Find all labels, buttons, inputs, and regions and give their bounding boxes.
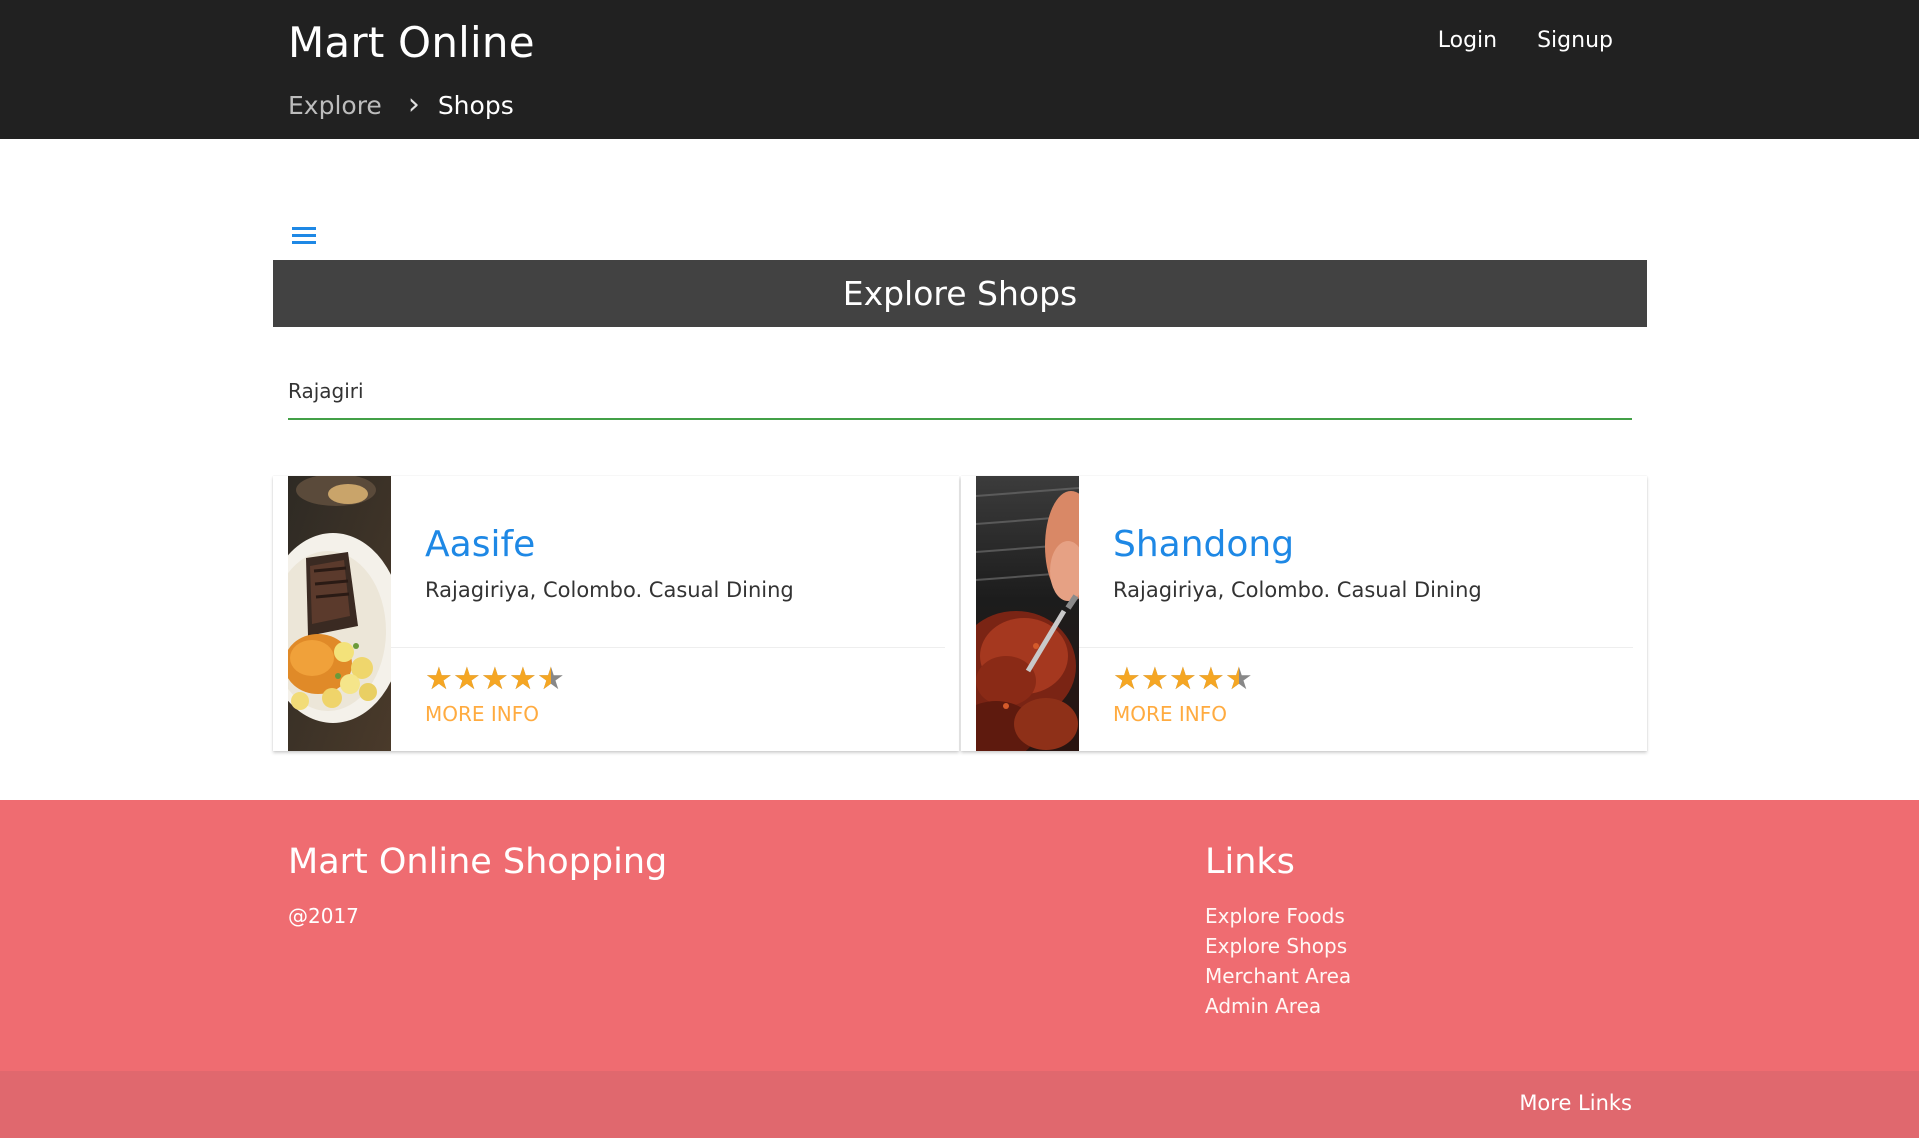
star-rating: ★ ★ ★ ★ ★ ★ ★ ★ ★ ★ [425, 661, 565, 697]
breadcrumb-current: Shops [437, 90, 514, 120]
shop-description: Rajagiriya, Colombo. Casual Dining [425, 578, 794, 602]
shop-name-link[interactable]: Aasife [425, 524, 535, 565]
more-info-link[interactable]: MORE INFO [425, 702, 539, 726]
section-banner: Explore Shops [273, 260, 1647, 327]
footer-link-explore-foods[interactable]: Explore Foods [1205, 904, 1345, 928]
food-plate-photo [288, 476, 391, 751]
star-rating: ★ ★ ★ ★ ★ ★ ★ ★ ★ ★ [1113, 661, 1253, 697]
search-input[interactable] [288, 364, 1632, 420]
signup-link[interactable]: Signup [1537, 28, 1613, 53]
site-footer: Mart Online Shopping @2017 Links Explore… [0, 800, 1919, 1138]
menu-bar [292, 234, 316, 237]
brand-logo[interactable]: Mart Online [288, 18, 535, 67]
auth-nav: Login Signup [1438, 28, 1613, 53]
footer-link-merchant-area[interactable]: Merchant Area [1205, 964, 1351, 988]
breadcrumb-explore[interactable]: Explore [288, 91, 382, 120]
footer-bottom-bar: More Links [0, 1071, 1919, 1138]
star-icon: ★ ★ [509, 661, 537, 697]
shop-image [976, 476, 1079, 751]
star-icon: ★ ★ [481, 661, 509, 697]
star-icon: ★ ★ [425, 661, 453, 697]
star-icon: ★ ★ [1169, 661, 1197, 697]
grilled-meat-photo [976, 476, 1079, 751]
shop-image [288, 476, 391, 751]
list-item: Admin Area [1205, 994, 1351, 1024]
list-item: Merchant Area [1205, 964, 1351, 994]
chevron-right-icon: › [407, 87, 420, 122]
shop-name-link[interactable]: Shandong [1113, 524, 1294, 565]
list-item: Explore Foods [1205, 904, 1351, 934]
star-icon: ★ ★ [1197, 661, 1225, 697]
star-icon: ★ ★ [453, 661, 481, 697]
shop-card: Aasife Rajagiriya, Colombo. Casual Dinin… [273, 476, 959, 751]
star-icon: ★ ★ [1113, 661, 1141, 697]
star-icon: ★ ★ [537, 661, 565, 697]
login-link[interactable]: Login [1438, 28, 1497, 53]
divider [1079, 647, 1633, 648]
divider [391, 647, 945, 648]
more-links-link[interactable]: More Links [1519, 1091, 1632, 1115]
page-title: Explore Shops [842, 274, 1078, 313]
footer-title: Mart Online Shopping [288, 842, 668, 882]
menu-bar [292, 241, 316, 244]
more-info-link[interactable]: MORE INFO [1113, 702, 1227, 726]
shop-description: Rajagiriya, Colombo. Casual Dining [1113, 578, 1482, 602]
breadcrumb: Explore › Shops [288, 90, 514, 120]
star-icon: ★ ★ [1141, 661, 1169, 697]
menu-bar [292, 227, 316, 230]
hamburger-menu-icon[interactable] [290, 224, 318, 248]
footer-link-explore-shops[interactable]: Explore Shops [1205, 934, 1347, 958]
footer-links-title: Links [1205, 842, 1295, 882]
list-item: Explore Shops [1205, 934, 1351, 964]
copyright-text: @2017 [288, 904, 359, 928]
shop-card: Shandong Rajagiriya, Colombo. Casual Din… [961, 476, 1647, 751]
top-navbar: Mart Online Login Signup Explore › Shops [0, 0, 1919, 139]
footer-link-admin-area[interactable]: Admin Area [1205, 994, 1321, 1018]
footer-links: Explore Foods Explore Shops Merchant Are… [1205, 904, 1351, 1024]
star-icon: ★ ★ [1225, 661, 1253, 697]
